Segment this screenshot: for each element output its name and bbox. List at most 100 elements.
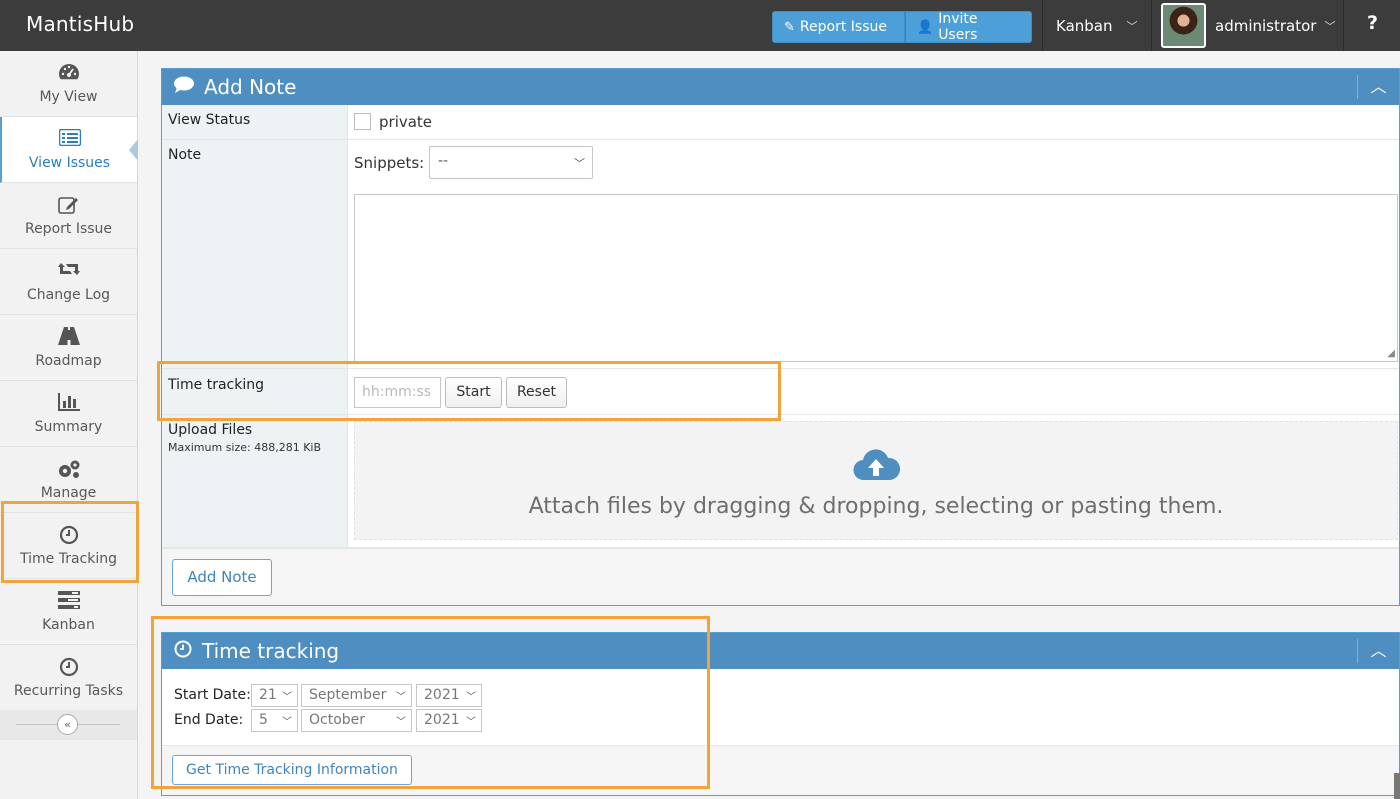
sidebar-item-label: Recurring Tasks <box>13 683 124 699</box>
sidebar-item-my-view[interactable]: My View <box>0 51 137 117</box>
end-month-value: October <box>309 712 366 728</box>
scrollbar[interactable] <box>1394 773 1400 799</box>
comment-icon <box>174 76 194 98</box>
view-status-row: View Status private <box>162 105 1399 140</box>
get-time-tracking-info-button[interactable]: Get Time Tracking Information <box>172 755 412 785</box>
start-button[interactable]: Start <box>445 377 502 408</box>
sidebar-item-label: My View <box>39 89 98 105</box>
divider <box>16 724 57 725</box>
end-month-select[interactable]: October ﹀ <box>301 709 412 732</box>
snippets-label: Snippets: <box>354 154 425 172</box>
sidebar-item-time-tracking[interactable]: Time Tracking <box>0 513 137 579</box>
clock-icon <box>174 640 192 663</box>
start-date-label: Start Date: <box>174 687 251 703</box>
sidebar-item-label: Kanban <box>42 617 95 633</box>
active-indicator <box>129 139 138 161</box>
sidebar: My View View Issues Report Issue Change … <box>0 51 138 799</box>
sidebar-item-label: Summary <box>34 419 103 435</box>
gears-icon <box>0 459 137 479</box>
edit-icon <box>0 195 137 215</box>
collapse-chevron-up-icon[interactable]: ︿ <box>1357 75 1399 99</box>
start-year-value: 2021 <box>424 687 460 703</box>
top-navbar: MantisHub ✎ Report Issue 👤 Invite Users … <box>0 0 1400 51</box>
user-plus-icon: 👤 <box>917 19 934 35</box>
sidebar-item-kanban[interactable]: Kanban <box>0 579 137 645</box>
upload-files-value: Attach files by dragging & dropping, sel… <box>354 415 1399 547</box>
start-day-value: 21 <box>259 687 277 703</box>
sidebar-item-report-issue[interactable]: Report Issue <box>0 183 137 249</box>
chevron-down-icon: ﹀ <box>396 692 406 703</box>
resize-handle-icon[interactable]: ◢ <box>1387 348 1395 359</box>
end-day-value: 5 <box>259 712 268 728</box>
chevron-down-icon: ﹀ <box>1126 19 1138 33</box>
sidebar-item-manage[interactable]: Manage <box>0 447 137 513</box>
help-button[interactable]: ? <box>1367 12 1378 34</box>
edit-icon: ✎ <box>784 19 795 35</box>
note-textarea[interactable]: ◢ <box>354 194 1398 362</box>
note-label: Note <box>162 140 348 368</box>
kanban-dropdown[interactable]: Kanban ﹀ <box>1056 0 1138 51</box>
sidebar-item-label: Time Tracking <box>20 551 117 567</box>
sidebar-item-roadmap[interactable]: Roadmap <box>0 315 137 381</box>
reset-button[interactable]: Reset <box>506 377 567 408</box>
chevron-down-icon: ﹀ <box>282 717 292 728</box>
sidebar-collapse: « <box>0 710 137 740</box>
time-input[interactable]: hh:mm:ss <box>354 377 441 408</box>
private-label: private <box>379 113 433 131</box>
report-issue-button[interactable]: ✎ Report Issue <box>772 11 905 43</box>
snippets-select[interactable]: -- ﹀ <box>429 146 593 179</box>
end-day-select[interactable]: 5 ﹀ <box>251 709 298 732</box>
start-year-select[interactable]: 2021 ﹀ <box>416 684 482 707</box>
snippets-selected-value: -- <box>438 153 449 169</box>
avatar[interactable] <box>1161 3 1206 48</box>
file-dropzone[interactable]: Attach files by dragging & dropping, sel… <box>354 421 1398 540</box>
navbar-divider <box>1042 0 1043 51</box>
invite-users-label: Invite Users <box>938 11 978 43</box>
add-note-title: Add Note <box>204 75 297 99</box>
add-note-footer: Add Note <box>162 548 1399 605</box>
end-date-label: End Date: <box>174 712 244 728</box>
time-tracking-value: hh:mm:ss Start Reset <box>354 369 1399 414</box>
chevron-down-icon: ﹀ <box>466 717 476 728</box>
private-checkbox[interactable] <box>354 113 371 130</box>
chevron-down-icon: ﹀ <box>282 692 292 703</box>
user-menu-dropdown[interactable]: administrator ﹀ <box>1215 0 1335 51</box>
sidebar-item-label: Roadmap <box>35 353 102 369</box>
start-day-select[interactable]: 21 ﹀ <box>251 684 298 707</box>
upload-files-title: Upload Files <box>168 422 253 438</box>
end-year-select[interactable]: 2021 ﹀ <box>416 709 482 732</box>
add-note-button[interactable]: Add Note <box>172 559 272 596</box>
retweet-icon <box>0 261 137 281</box>
time-tracking-label: Time tracking <box>162 369 348 414</box>
view-status-value: private <box>354 105 1399 139</box>
divider <box>78 724 120 725</box>
sidebar-item-view-issues[interactable]: View Issues <box>0 117 138 183</box>
note-row: Note Snippets: -- ﹀ ◢ <box>162 140 1399 369</box>
road-icon <box>0 327 137 347</box>
start-month-value: September <box>309 687 387 703</box>
sidebar-item-recurring-tasks[interactable]: Recurring Tasks <box>0 645 137 711</box>
view-status-label: View Status <box>162 105 348 139</box>
sidebar-item-change-log[interactable]: Change Log <box>0 249 137 315</box>
collapse-chevron-up-icon[interactable]: ︿ <box>1357 639 1399 663</box>
upload-files-row: Upload Files Maximum size: 488,281 KiB A… <box>162 415 1399 548</box>
start-month-select[interactable]: September ﹀ <box>301 684 412 707</box>
app-logo[interactable]: MantisHub <box>26 12 134 36</box>
sidebar-item-summary[interactable]: Summary <box>0 381 137 447</box>
bar-chart-icon <box>0 393 137 413</box>
upload-max-size: Maximum size: 488,281 KiB <box>168 441 322 454</box>
collapse-sidebar-button[interactable]: « <box>57 714 78 735</box>
cloud-upload-icon <box>853 449 900 481</box>
invite-users-button[interactable]: 👤 Invite Users <box>905 11 1032 43</box>
time-tracking-row: Time tracking hh:mm:ss Start Reset <box>162 369 1399 415</box>
tasks-icon <box>0 591 137 611</box>
list-icon <box>2 128 137 149</box>
username-label: administrator <box>1215 16 1317 35</box>
chevron-down-icon: ﹀ <box>396 717 406 728</box>
chevron-down-icon: ﹀ <box>574 157 585 170</box>
upload-files-label: Upload Files Maximum size: 488,281 KiB <box>162 415 348 547</box>
clock-icon <box>0 657 137 677</box>
end-year-value: 2021 <box>424 712 460 728</box>
sidebar-item-label: Manage <box>40 485 97 501</box>
add-note-header: Add Note ︿ <box>162 69 1399 105</box>
